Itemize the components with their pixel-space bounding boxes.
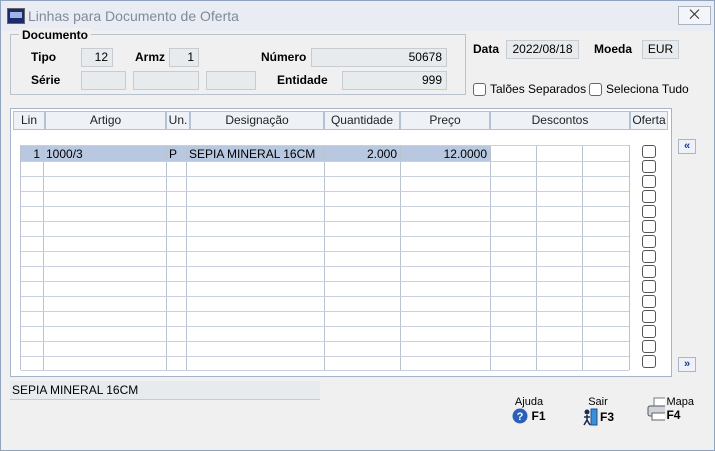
row-line (21, 145, 629, 146)
row-line (21, 206, 629, 207)
moeda-field[interactable]: EUR (642, 40, 679, 59)
column-header-designacao[interactable]: Designação (190, 111, 324, 130)
oferta-checkbox[interactable] (642, 235, 656, 248)
seleciona-tudo-checkbox[interactable]: Seleciona Tudo (589, 82, 689, 96)
cell-designacao[interactable]: SEPIA MINERAL 16CM (189, 147, 315, 161)
grid-line (43, 145, 44, 370)
data-label: Data (473, 42, 500, 56)
oferta-checkbox[interactable] (642, 250, 656, 263)
numero-label: Número (261, 50, 307, 64)
double-chevron-left-icon[interactable]: « (678, 139, 696, 154)
row-line (21, 251, 629, 252)
main-window: Linhas para Documento de Oferta ⨉ Docume… (0, 0, 715, 451)
row-line (21, 326, 629, 327)
entidade-label: Entidade (277, 73, 328, 87)
exit-button[interactable]: Sair F3 (576, 396, 620, 426)
row-line (21, 341, 629, 342)
column-header-artigo[interactable]: Artigo (45, 111, 166, 130)
cell-lin[interactable]: 1 (24, 147, 40, 161)
print-button[interactable]: Mapa F4 (646, 396, 694, 422)
serie-field-2[interactable] (133, 71, 199, 90)
exit-door-icon (583, 408, 598, 426)
row-line (21, 311, 629, 312)
oferta-checkbox[interactable] (642, 295, 656, 308)
printer-icon (647, 397, 666, 421)
oferta-checkbox[interactable] (642, 280, 656, 293)
row-line (21, 296, 629, 297)
row-line (21, 221, 629, 222)
documento-group-title: Documento (19, 28, 91, 42)
cell-un[interactable]: P (169, 147, 177, 161)
oferta-checkbox[interactable] (642, 175, 656, 188)
grid-line (20, 145, 21, 370)
double-chevron-right-icon[interactable]: » (678, 357, 696, 372)
print-label: Mapa (666, 396, 694, 408)
grid-line (582, 145, 583, 370)
oferta-checkbox[interactable] (642, 220, 656, 233)
cell-preco[interactable]: 12.0000 (403, 147, 487, 161)
grid-line (400, 145, 401, 370)
oferta-checkbox[interactable] (642, 310, 656, 323)
data-field[interactable]: 2022/08/18 (506, 40, 579, 59)
row-line (21, 281, 629, 282)
armz-field[interactable]: 1 (169, 48, 199, 67)
cell-artigo[interactable]: 1000/3 (46, 147, 83, 161)
taloes-separados-checkbox[interactable]: Talões Separados (473, 82, 586, 96)
column-header-lin[interactable]: Lin (13, 111, 45, 130)
grid-line (536, 145, 537, 370)
help-button[interactable]: Ajuda ? F1 (509, 396, 549, 424)
grid-line (324, 145, 325, 370)
moeda-label: Moeda (594, 42, 633, 56)
status-description: SEPIA MINERAL 16CM (10, 381, 320, 400)
close-button[interactable]: ⨉ (678, 6, 711, 25)
row-line (21, 236, 629, 237)
help-label: Ajuda (514, 396, 544, 408)
window-title: Linhas para Documento de Oferta (28, 8, 239, 24)
entidade-field[interactable]: 999 (342, 71, 447, 90)
row-line (21, 176, 629, 177)
oferta-checkbox[interactable] (642, 160, 656, 173)
numero-field[interactable]: 50678 (311, 48, 447, 67)
row-line (21, 370, 629, 371)
grid-line (186, 145, 187, 370)
oferta-checkbox[interactable] (642, 205, 656, 218)
tipo-field[interactable]: 12 (81, 48, 113, 67)
checkbox-box[interactable] (473, 82, 486, 96)
exit-key: F3 (599, 410, 614, 424)
armz-label: Armz (135, 50, 166, 64)
column-header-oferta[interactable]: Oferta (630, 111, 668, 130)
oferta-checkbox[interactable] (642, 340, 656, 353)
row-line (21, 161, 629, 162)
column-header-quantidade[interactable]: Quantidade (324, 111, 400, 130)
row-line (21, 266, 629, 267)
serie-label: Série (31, 73, 61, 87)
oferta-checkbox[interactable] (642, 190, 656, 203)
column-header-preco[interactable]: Preço (400, 111, 490, 130)
grid-line (166, 145, 167, 370)
exit-label: Sair (588, 396, 608, 408)
column-header-descontos[interactable]: Descontos (490, 111, 630, 130)
help-key: F1 (531, 409, 546, 423)
help-icon: ? (512, 408, 528, 424)
checkbox-box[interactable] (589, 82, 602, 96)
serie-field-3[interactable] (206, 71, 256, 90)
tipo-label: Tipo (31, 50, 57, 64)
serie-field-1[interactable] (81, 71, 126, 90)
column-header-un[interactable]: Un. (166, 111, 190, 130)
oferta-checkbox[interactable] (642, 355, 656, 368)
cell-quantidade[interactable]: 2.000 (327, 147, 397, 161)
oferta-checkbox[interactable] (642, 265, 656, 278)
oferta-checkbox[interactable] (642, 325, 656, 338)
row-line (21, 191, 629, 192)
title-bar: Linhas para Documento de Oferta ⨉ (1, 1, 714, 31)
taloes-separados-label: Talões Separados (490, 82, 587, 96)
seleciona-tudo-label: Seleciona Tudo (606, 82, 689, 96)
svg-text:?: ? (517, 411, 524, 423)
print-key: F4 (666, 408, 681, 422)
app-icon (7, 8, 25, 24)
oferta-checkbox[interactable] (642, 145, 656, 158)
grid-line (490, 145, 491, 370)
row-line (21, 356, 629, 357)
grid-line (629, 145, 630, 370)
